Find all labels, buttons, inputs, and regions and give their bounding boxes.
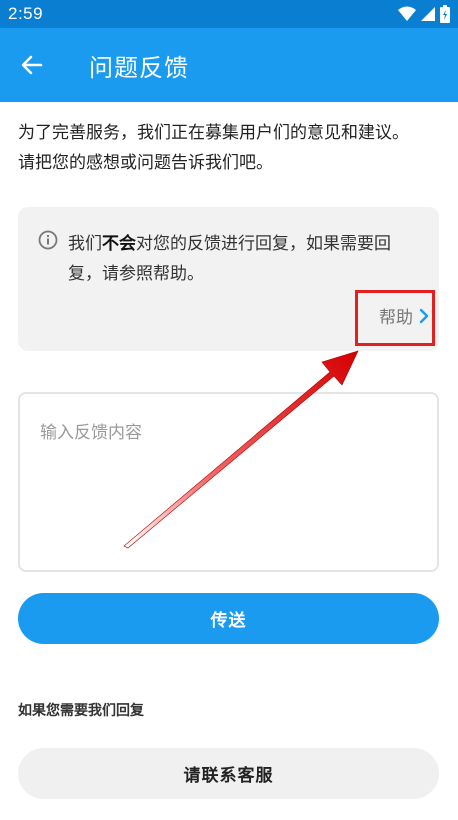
back-button[interactable] [0, 28, 64, 102]
intro-text: 为了完善服务，我们正在募集用户们的意见和建议。 请把您的感想或问题告诉我们吧。 [18, 118, 438, 178]
signal-icon [421, 7, 435, 21]
info-icon [38, 230, 58, 250]
reply-section-label: 如果您需要我们回复 [18, 703, 144, 719]
feedback-box [18, 392, 439, 572]
status-time: 2:59 [8, 4, 44, 23]
contact-support-button[interactable]: 请联系客服 [18, 748, 439, 799]
arrow-left-icon [21, 55, 43, 75]
notice-text-prefix: 我们 [68, 234, 102, 254]
page-title: 问题反馈 [89, 53, 189, 82]
app-bar: 问题反馈 [0, 28, 458, 102]
intro-line-1: 为了完善服务，我们正在募集用户们的意见和建议。 [18, 123, 409, 143]
help-highlight-box [355, 290, 435, 346]
send-button[interactable]: 传送 [18, 593, 439, 644]
wifi-icon [398, 6, 416, 21]
intro-line-2: 请把您的感想或问题告诉我们吧。 [18, 153, 273, 173]
status-icons [398, 5, 450, 23]
notice-text: 我们不会对您的反馈进行回复，如果需要回复，请参照帮助。 [68, 229, 418, 289]
status-bar: 2:59 [0, 0, 458, 28]
notice-text-bold: 不会 [102, 234, 136, 254]
battery-icon [440, 5, 450, 23]
feedback-input[interactable] [40, 418, 420, 558]
